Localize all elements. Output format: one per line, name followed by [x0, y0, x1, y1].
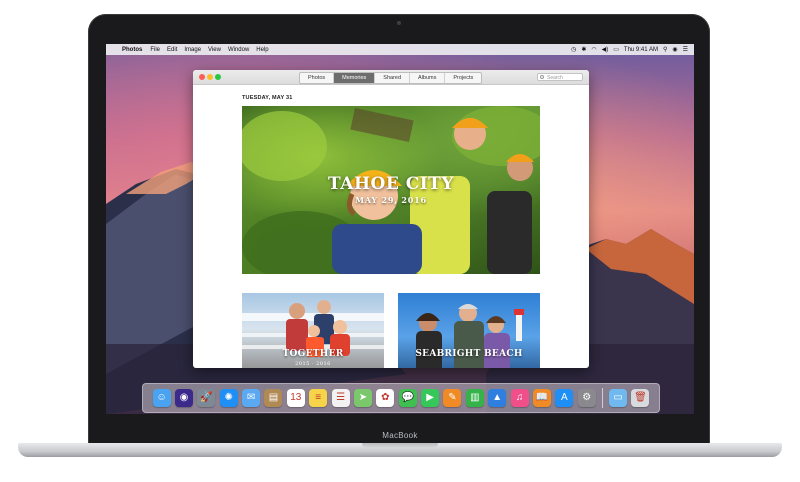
menu-edit[interactable]: Edit [167, 47, 177, 53]
photos-icon[interactable]: ✿ [376, 389, 395, 407]
menu-image[interactable]: Image [184, 47, 201, 53]
menu-help[interactable]: Help [256, 47, 268, 53]
search-placeholder: Search [547, 75, 563, 81]
menu-window[interactable]: Window [228, 47, 249, 53]
bluetooth-icon[interactable]: ✱ [581, 46, 586, 53]
search-icon [540, 75, 544, 79]
contacts-icon[interactable]: ▤ [264, 389, 283, 407]
trash-icon[interactable]: 🗑 [631, 389, 650, 407]
brand-label: MacBook [382, 431, 418, 440]
calendar-icon[interactable]: 13 [286, 389, 305, 407]
maps-icon[interactable]: ➤ [353, 389, 372, 407]
app-store-icon[interactable]: A [555, 389, 574, 407]
close-window-button[interactable] [199, 74, 205, 80]
tab-photos[interactable]: Photos [300, 73, 335, 83]
pages-icon[interactable]: ✎ [443, 389, 462, 407]
itunes-icon[interactable]: ♫ [510, 389, 529, 407]
menu-view[interactable]: View [208, 47, 221, 53]
finder-icon[interactable]: ☺ [152, 389, 171, 407]
view-tabs: Photos Memories Shared Albums Projects [299, 72, 483, 84]
tab-projects[interactable]: Projects [445, 73, 481, 83]
dock-separator [601, 388, 603, 408]
memory-hero-card[interactable]: TAHOE CITY MAY 29, 2016 [242, 106, 540, 274]
dock: ☺ ◉ 🚀 ✺ ✉ ▤ 13 ≡ ☰ ➤ ✿ 💬 ▶ ✎ ▥ ▲ ♫ 📖 A ⚙ ▭ 🗑 [142, 383, 660, 413]
search-input[interactable]: Search [537, 73, 583, 81]
time-machine-icon[interactable]: ◷ [571, 46, 576, 53]
photos-window: Photos Memories Shared Albums Projects S… [193, 70, 589, 368]
together-card-title: TOGETHER [282, 349, 344, 359]
system-preferences-icon[interactable]: ⚙ [577, 389, 596, 407]
launchpad-icon[interactable]: 🚀 [197, 389, 216, 407]
volume-icon[interactable]: ◀) [602, 46, 609, 53]
minimize-window-button[interactable] [207, 74, 213, 80]
tab-shared[interactable]: Shared [375, 73, 411, 83]
reminders-icon[interactable]: ☰ [331, 389, 350, 407]
ibooks-icon[interactable]: 📖 [532, 389, 551, 407]
spotlight-icon[interactable]: ⚲ [663, 46, 667, 53]
notes-icon[interactable]: ≡ [309, 389, 328, 407]
safari-icon[interactable]: ✺ [219, 389, 238, 407]
menu-app-name[interactable]: Photos [122, 47, 142, 53]
mail-icon[interactable]: ✉ [242, 389, 261, 407]
keynote-icon[interactable]: ▲ [488, 389, 507, 407]
tab-memories[interactable]: Memories [334, 73, 376, 83]
numbers-icon[interactable]: ▥ [465, 389, 484, 407]
memory-card-seabright-beach[interactable]: SEABRIGHT BEACH [398, 293, 540, 368]
hero-memory-date: MAY 29, 2016 [355, 195, 427, 205]
tab-albums[interactable]: Albums [410, 73, 446, 83]
menu-bar: Photos File Edit Image View Window Help … [106, 44, 694, 55]
window-titlebar[interactable]: Photos Memories Shared Albums Projects S… [193, 70, 589, 85]
siri-icon[interactable]: ◉ [174, 389, 193, 407]
screen: Photos File Edit Image View Window Help … [106, 44, 694, 414]
wifi-icon[interactable]: ◠ [591, 46, 596, 53]
zoom-window-button[interactable] [215, 74, 221, 80]
memory-card-together[interactable]: TOGETHER 2015 · 2016 [242, 293, 384, 368]
siri-menu-icon[interactable]: ◉ [672, 46, 677, 53]
laptop-notch [362, 443, 438, 448]
downloads-folder-icon[interactable]: ▭ [609, 389, 628, 407]
hero-memory-title: TAHOE CITY [328, 174, 454, 194]
facetime-icon[interactable]: ▶ [421, 389, 440, 407]
notification-center-icon[interactable]: ☰ [683, 46, 688, 53]
menu-file[interactable]: File [150, 47, 160, 53]
battery-icon[interactable]: ▭ [613, 46, 619, 53]
menu-clock[interactable]: Thu 9:41 AM [624, 47, 658, 53]
camera [397, 21, 401, 25]
together-card-date: 2015 · 2016 [295, 361, 331, 367]
menu-status-area: ◷ ✱ ◠ ◀) ▭ Thu 9:41 AM ⚲ ◉ ☰ [566, 46, 694, 54]
messages-icon[interactable]: 💬 [398, 389, 417, 407]
seabright-card-title: SEABRIGHT BEACH [415, 349, 523, 359]
memories-date-header: TUESDAY, MAY 31 [242, 95, 293, 101]
